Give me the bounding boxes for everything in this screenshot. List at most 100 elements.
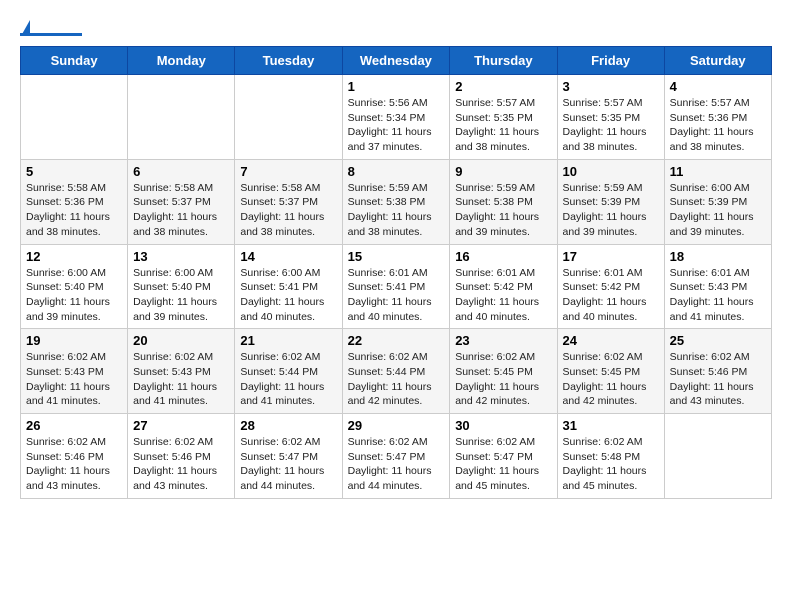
day-info: Sunrise: 6:02 AM Sunset: 5:43 PM Dayligh…: [133, 350, 229, 409]
calendar-week-row: 26Sunrise: 6:02 AM Sunset: 5:46 PM Dayli…: [21, 414, 772, 499]
calendar-cell: 23 Sunrise: 6:02 AM Sunset: 5:45 PM Dayli…: [450, 329, 557, 414]
day-info: Sunrise: 6:00 AM Sunset: 5:41 PM Dayligh…: [240, 266, 336, 325]
day-number: 31: [563, 418, 659, 433]
day-of-week-header: Saturday: [664, 47, 771, 75]
calendar-cell: 13 Sunrise: 6:00 AM Sunset: 5:40 PM Dayli…: [128, 244, 235, 329]
day-number: 16: [455, 249, 551, 264]
day-info: Sunrise: 6:01 AM Sunset: 5:42 PM Dayligh…: [563, 266, 659, 325]
calendar-cell: [21, 75, 128, 160]
day-info: Sunrise: 6:02 AM Sunset: 5:48 PM Dayligh…: [563, 435, 659, 494]
calendar-cell: 16 Sunrise: 6:01 AM Sunset: 5:42 PM Dayli…: [450, 244, 557, 329]
calendar-cell: 7 Sunrise: 5:58 AM Sunset: 5:37 PM Daylig…: [235, 159, 342, 244]
day-info: Sunrise: 5:59 AM Sunset: 5:39 PM Dayligh…: [563, 181, 659, 240]
calendar-cell: 8 Sunrise: 5:59 AM Sunset: 5:38 PM Daylig…: [342, 159, 450, 244]
day-info: Sunrise: 6:02 AM Sunset: 5:45 PM Dayligh…: [455, 350, 551, 409]
day-info: Sunrise: 6:00 AM Sunset: 5:39 PM Dayligh…: [670, 181, 766, 240]
day-number: 1: [348, 79, 445, 94]
day-number: 21: [240, 333, 336, 348]
day-info: Sunrise: 6:02 AM Sunset: 5:45 PM Dayligh…: [563, 350, 659, 409]
day-number: 25: [670, 333, 766, 348]
day-info: Sunrise: 6:02 AM Sunset: 5:46 PM Dayligh…: [670, 350, 766, 409]
header: [20, 20, 772, 36]
day-number: 4: [670, 79, 766, 94]
calendar-week-row: 12 Sunrise: 6:00 AM Sunset: 5:40 PM Dayli…: [21, 244, 772, 329]
calendar-cell: 24 Sunrise: 6:02 AM Sunset: 5:45 PM Dayli…: [557, 329, 664, 414]
calendar-cell: 21Sunrise: 6:02 AM Sunset: 5:44 PM Dayli…: [235, 329, 342, 414]
calendar-cell: 26Sunrise: 6:02 AM Sunset: 5:46 PM Dayli…: [21, 414, 128, 499]
day-info: Sunrise: 6:00 AM Sunset: 5:40 PM Dayligh…: [133, 266, 229, 325]
calendar-cell: 2 Sunrise: 5:57 AM Sunset: 5:35 PM Daylig…: [450, 75, 557, 160]
logo-underline: [20, 33, 82, 36]
day-info: Sunrise: 5:58 AM Sunset: 5:37 PM Dayligh…: [240, 181, 336, 240]
calendar-cell: 28 Sunrise: 6:02 AM Sunset: 5:47 PM Dayli…: [235, 414, 342, 499]
day-info: Sunrise: 6:02 AM Sunset: 5:47 PM Dayligh…: [240, 435, 336, 494]
calendar-cell: 18Sunrise: 6:01 AM Sunset: 5:43 PM Dayli…: [664, 244, 771, 329]
day-of-week-header: Tuesday: [235, 47, 342, 75]
day-number: 23: [455, 333, 551, 348]
day-number: 12: [26, 249, 122, 264]
day-number: 27: [133, 418, 229, 433]
day-info: Sunrise: 5:58 AM Sunset: 5:36 PM Dayligh…: [26, 181, 122, 240]
day-of-week-header: Wednesday: [342, 47, 450, 75]
day-info: Sunrise: 6:00 AM Sunset: 5:40 PM Dayligh…: [26, 266, 122, 325]
day-number: 9: [455, 164, 551, 179]
day-number: 15: [348, 249, 445, 264]
logo: [20, 20, 82, 36]
day-info: Sunrise: 6:02 AM Sunset: 5:47 PM Dayligh…: [455, 435, 551, 494]
day-number: 17: [563, 249, 659, 264]
day-number: 14: [240, 249, 336, 264]
day-of-week-header: Sunday: [21, 47, 128, 75]
calendar-week-row: 5 Sunrise: 5:58 AM Sunset: 5:36 PM Daylig…: [21, 159, 772, 244]
day-number: 22: [348, 333, 445, 348]
calendar-cell: 19 Sunrise: 6:02 AM Sunset: 5:43 PM Dayli…: [21, 329, 128, 414]
calendar-cell: 15 Sunrise: 6:01 AM Sunset: 5:41 PM Dayli…: [342, 244, 450, 329]
calendar-cell: 22 Sunrise: 6:02 AM Sunset: 5:44 PM Dayli…: [342, 329, 450, 414]
day-info: Sunrise: 6:01 AM Sunset: 5:41 PM Dayligh…: [348, 266, 445, 325]
calendar-header-row: SundayMondayTuesdayWednesdayThursdayFrid…: [21, 47, 772, 75]
day-number: 3: [563, 79, 659, 94]
calendar-cell: 31 Sunrise: 6:02 AM Sunset: 5:48 PM Dayli…: [557, 414, 664, 499]
calendar-cell: [128, 75, 235, 160]
day-number: 10: [563, 164, 659, 179]
calendar-cell: 30 Sunrise: 6:02 AM Sunset: 5:47 PM Dayli…: [450, 414, 557, 499]
calendar-cell: 5 Sunrise: 5:58 AM Sunset: 5:36 PM Daylig…: [21, 159, 128, 244]
day-of-week-header: Monday: [128, 47, 235, 75]
day-info: Sunrise: 6:02 AM Sunset: 5:44 PM Dayligh…: [348, 350, 445, 409]
day-of-week-header: Thursday: [450, 47, 557, 75]
calendar-cell: 29Sunrise: 6:02 AM Sunset: 5:47 PM Dayli…: [342, 414, 450, 499]
calendar-cell: 1Sunrise: 5:56 AM Sunset: 5:34 PM Daylig…: [342, 75, 450, 160]
calendar-cell: 25 Sunrise: 6:02 AM Sunset: 5:46 PM Dayli…: [664, 329, 771, 414]
day-info: Sunrise: 6:02 AM Sunset: 5:46 PM Dayligh…: [26, 435, 122, 494]
day-number: 6: [133, 164, 229, 179]
calendar-week-row: 19 Sunrise: 6:02 AM Sunset: 5:43 PM Dayli…: [21, 329, 772, 414]
day-info: Sunrise: 6:02 AM Sunset: 5:46 PM Dayligh…: [133, 435, 229, 494]
day-number: 11: [670, 164, 766, 179]
day-number: 2: [455, 79, 551, 94]
calendar-cell: 20Sunrise: 6:02 AM Sunset: 5:43 PM Dayli…: [128, 329, 235, 414]
calendar-cell: 3Sunrise: 5:57 AM Sunset: 5:35 PM Daylig…: [557, 75, 664, 160]
day-number: 8: [348, 164, 445, 179]
day-number: 19: [26, 333, 122, 348]
day-info: Sunrise: 6:02 AM Sunset: 5:47 PM Dayligh…: [348, 435, 445, 494]
day-number: 13: [133, 249, 229, 264]
day-number: 7: [240, 164, 336, 179]
day-number: 30: [455, 418, 551, 433]
calendar-cell: 11 Sunrise: 6:00 AM Sunset: 5:39 PM Dayli…: [664, 159, 771, 244]
calendar-cell: [664, 414, 771, 499]
calendar-cell: 17 Sunrise: 6:01 AM Sunset: 5:42 PM Dayli…: [557, 244, 664, 329]
day-number: 18: [670, 249, 766, 264]
day-info: Sunrise: 5:57 AM Sunset: 5:36 PM Dayligh…: [670, 96, 766, 155]
day-number: 5: [26, 164, 122, 179]
calendar-cell: 27 Sunrise: 6:02 AM Sunset: 5:46 PM Dayli…: [128, 414, 235, 499]
day-info: Sunrise: 5:59 AM Sunset: 5:38 PM Dayligh…: [455, 181, 551, 240]
day-info: Sunrise: 5:59 AM Sunset: 5:38 PM Dayligh…: [348, 181, 445, 240]
calendar-cell: [235, 75, 342, 160]
calendar-week-row: 1Sunrise: 5:56 AM Sunset: 5:34 PM Daylig…: [21, 75, 772, 160]
day-info: Sunrise: 6:02 AM Sunset: 5:43 PM Dayligh…: [26, 350, 122, 409]
day-info: Sunrise: 6:01 AM Sunset: 5:42 PM Dayligh…: [455, 266, 551, 325]
day-number: 24: [563, 333, 659, 348]
calendar-cell: 6Sunrise: 5:58 AM Sunset: 5:37 PM Daylig…: [128, 159, 235, 244]
day-number: 28: [240, 418, 336, 433]
calendar-table: SundayMondayTuesdayWednesdayThursdayFrid…: [20, 46, 772, 499]
day-info: Sunrise: 5:57 AM Sunset: 5:35 PM Dayligh…: [455, 96, 551, 155]
